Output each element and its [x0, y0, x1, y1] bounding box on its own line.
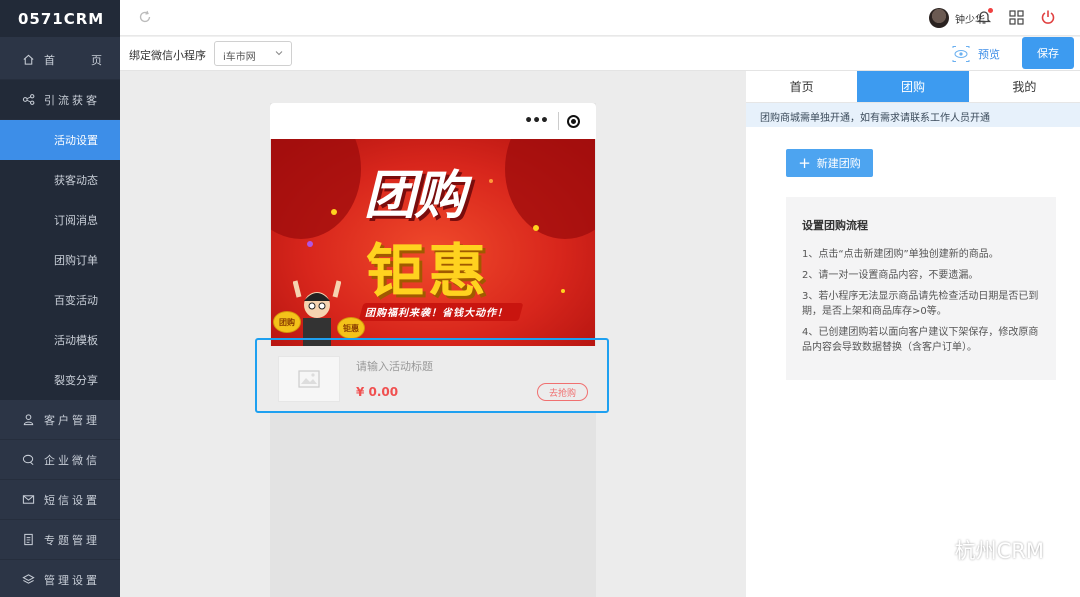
sidebar-sub-fission-share[interactable]: 裂变分享 — [0, 360, 120, 400]
toolbar: 绑定微信小程序 i车市网 预览 保存 — [120, 37, 1080, 71]
user-icon — [21, 413, 35, 427]
save-button[interactable]: 保存 — [1022, 37, 1074, 69]
flow-step: 4、已创建团购若以面向客户建议下架保存，修改原商品内容会导致数据替换（含客户订单… — [802, 327, 1039, 353]
sidebar-item-lead-gen[interactable]: 引流获客 — [0, 80, 120, 120]
refresh-icon[interactable] — [138, 10, 152, 24]
confetti — [307, 241, 313, 247]
sidebar-sub-activity-settings[interactable]: 活动设置 — [0, 120, 120, 160]
setup-flow-box: 设置团购流程 1、点击“点击新建团购”单独创建新的商品。 2、请一对一设置商品内… — [786, 197, 1056, 380]
sidebar-item-label: 客户管理 — [44, 413, 100, 427]
doc-icon — [21, 533, 35, 547]
sidebar-item-label: 企业微信 — [44, 453, 100, 467]
cartoon-character — [293, 280, 341, 346]
flow-step: 1、点击“点击新建团购”单独创建新的商品。 — [802, 249, 999, 260]
bell-icon[interactable] — [976, 8, 993, 25]
curtain-right — [505, 139, 595, 239]
curtain-left — [271, 139, 361, 239]
coin-badge-left: 团购 — [273, 311, 301, 333]
banner-subtitle: 钜惠 — [366, 237, 491, 305]
submenu-lead-gen: 活动设置 获客动态 订阅消息 团购订单 百变活动 活动模板 裂变分享 — [0, 120, 120, 400]
more-icon: ••• — [524, 113, 549, 129]
flow-step: 3、若小程序无法显示商品请先检查活动日期是否已到期，是否上架和商品库存>0等。 — [802, 291, 1039, 317]
banner-slogan: 团购福利来袭！省钱大动作！ — [365, 308, 508, 319]
preview-label: 预览 — [978, 48, 1000, 61]
mail-icon — [21, 493, 35, 507]
wechat-icon — [919, 539, 949, 561]
close-target-icon — [567, 114, 580, 128]
new-group-buy-button[interactable]: + 新建团购 — [786, 149, 873, 177]
chat-icon — [21, 453, 35, 467]
notification-dot — [988, 8, 993, 13]
sidebar-item-customers[interactable]: 客户管理 — [0, 400, 120, 440]
sidebar-item-label: 专题管理 — [44, 533, 100, 547]
sidebar-sub-subscribe-msg[interactable]: 订阅消息 — [0, 200, 120, 240]
top-bar: 钟少华 — [120, 0, 1080, 36]
miniprogram-select-value: i车市网 — [223, 52, 256, 63]
watermark: 杭州CRM — [919, 535, 1044, 565]
layers-icon — [21, 573, 35, 587]
phone-header: ••• — [270, 103, 596, 139]
sidebar-sub-lead-feed[interactable]: 获客动态 — [0, 160, 120, 200]
tab-mine[interactable]: 我的 — [969, 71, 1080, 102]
panel-tabs: 首页 团购 我的 — [746, 71, 1080, 103]
chevron-down-icon — [275, 51, 283, 56]
eye-icon — [952, 46, 970, 62]
sidebar: 0571CRM 首页 引流获客 活动设置 获客动态 订阅消息 团购订单 百变活动… — [0, 0, 120, 597]
confetti — [331, 209, 337, 215]
sidebar-item-admin[interactable]: 管理设置 — [0, 560, 120, 597]
power-icon[interactable] — [1040, 9, 1056, 25]
sidebar-item-label: 短信设置 — [44, 493, 100, 507]
sidebar-item-home[interactable]: 首页 — [0, 40, 120, 80]
settings-panel: 首页 团购 我的 团购商城需单独开通，如有需求请联系工作人员开通 + 新建团购 … — [746, 71, 1080, 597]
grid-icon[interactable] — [1009, 10, 1024, 25]
tab-home[interactable]: 首页 — [746, 71, 857, 102]
selected-component-frame — [255, 338, 609, 413]
flow-step: 2、请一对一设置商品内容，不要遗漏。 — [802, 270, 979, 281]
capsule-divider — [558, 112, 559, 130]
logo: 0571CRM — [0, 0, 120, 37]
coin-badge-right: 钜惠 — [337, 317, 365, 339]
sidebar-sub-activity-templates[interactable]: 活动模板 — [0, 320, 120, 360]
new-group-buy-label: 新建团购 — [816, 157, 861, 170]
sidebar-item-label: 管理设置 — [44, 573, 100, 587]
notice-bar: 团购商城需单独开通，如有需求请联系工作人员开通 — [746, 103, 1080, 127]
bind-miniprogram-label: 绑定微信小程序 — [129, 49, 206, 62]
plus-icon: + — [798, 153, 811, 172]
miniprogram-select[interactable]: i车市网 — [214, 41, 292, 66]
home-icon — [21, 53, 35, 67]
miniprogram-capsule: ••• — [524, 112, 580, 130]
flow-title: 设置团购流程 — [802, 219, 868, 232]
sidebar-item-label: 引流获客 — [44, 93, 100, 107]
confetti — [489, 179, 493, 183]
sidebar-sub-group-orders[interactable]: 团购订单 — [0, 240, 120, 280]
sidebar-item-label: 首页 — [44, 53, 102, 67]
preview-button[interactable]: 预览 — [952, 46, 1000, 62]
confetti — [533, 225, 539, 231]
tab-group-buy[interactable]: 团购 — [857, 71, 969, 102]
editor-canvas: ••• 团购 钜惠 团购福利来袭！省钱大动作！ 团购 钜惠 请输入活动标题 ¥ … — [120, 71, 746, 597]
share-icon — [21, 93, 35, 107]
sidebar-item-topics[interactable]: 专题管理 — [0, 520, 120, 560]
avatar — [929, 8, 949, 28]
group-buy-banner[interactable]: 团购 钜惠 团购福利来袭！省钱大动作！ 团购 钜惠 — [271, 139, 595, 346]
confetti — [561, 289, 565, 293]
watermark-text: 杭州CRM — [954, 539, 1044, 563]
sidebar-sub-variety-activity[interactable]: 百变活动 — [0, 280, 120, 320]
banner-title: 团购 — [364, 166, 466, 226]
sidebar-item-sms[interactable]: 短信设置 — [0, 480, 120, 520]
sidebar-item-wecom[interactable]: 企业微信 — [0, 440, 120, 480]
